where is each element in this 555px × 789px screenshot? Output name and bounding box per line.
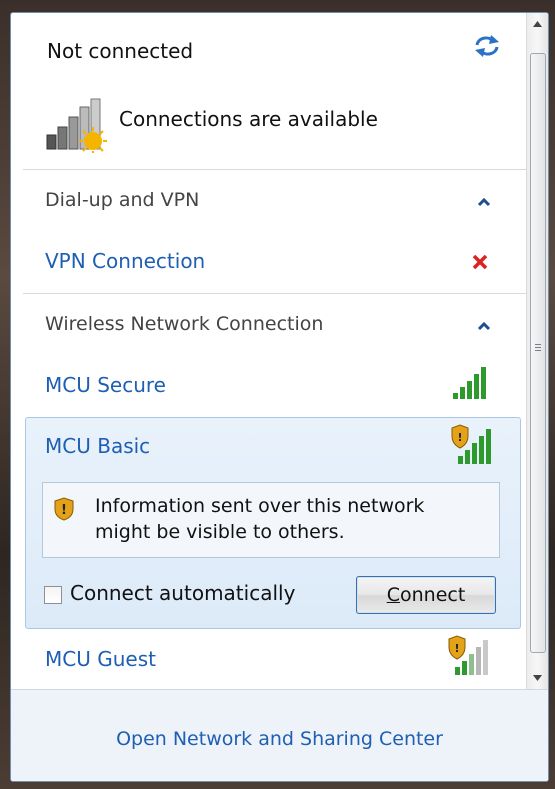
network-list: Not connected Connections are available … xyxy=(11,13,526,689)
wifi-signal-icon xyxy=(453,367,486,399)
open-network-sharing-center-link[interactable]: Open Network and Sharing Center xyxy=(11,728,548,750)
arrow-down-icon xyxy=(533,675,542,681)
refresh-icon[interactable] xyxy=(473,33,501,59)
connect-button[interactable]: Connect xyxy=(356,576,496,614)
scrollbar-thumb[interactable] xyxy=(530,53,546,653)
divider xyxy=(23,293,526,294)
svg-text:!: ! xyxy=(457,431,462,444)
network-available-icon xyxy=(46,98,107,153)
connect-automatically-checkbox[interactable] xyxy=(44,586,62,604)
scroll-up-button[interactable] xyxy=(527,13,548,35)
network-item-vpn[interactable]: VPN Connection xyxy=(45,249,205,273)
svg-text:!: ! xyxy=(61,503,67,518)
security-warning-box: ! Information sent over this network mig… xyxy=(42,482,500,558)
network-item-mcu-secure[interactable]: MCU Secure xyxy=(45,373,166,397)
chevron-up-icon[interactable] xyxy=(477,197,491,207)
group-header-dialup[interactable]: Dial-up and VPN xyxy=(45,189,199,211)
security-warning-text: Information sent over this network might… xyxy=(95,495,425,543)
connections-available-text: Connections are available xyxy=(119,107,378,131)
security-shield-icon: ! xyxy=(54,497,74,521)
red-x-icon xyxy=(472,254,488,270)
grip-icon xyxy=(535,344,541,353)
arrow-up-icon xyxy=(533,21,542,27)
chevron-up-icon[interactable] xyxy=(477,321,491,331)
vertical-scrollbar[interactable] xyxy=(526,13,548,689)
connect-automatically-label[interactable]: Connect automatically xyxy=(70,581,295,605)
secured-wifi-signal-icon: ! xyxy=(451,424,491,464)
selected-network-panel[interactable]: MCU Basic ! ! Information sent over this… xyxy=(25,417,521,629)
scroll-down-button[interactable] xyxy=(527,667,548,689)
svg-text:!: ! xyxy=(454,642,459,655)
secured-wifi-signal-icon: ! xyxy=(448,635,488,675)
network-flyout: Not connected Connections are available … xyxy=(10,12,549,782)
group-header-wireless[interactable]: Wireless Network Connection xyxy=(45,313,323,335)
network-item-mcu-guest[interactable]: MCU Guest xyxy=(45,647,156,671)
connection-status: Not connected xyxy=(47,39,194,63)
flyout-footer: Open Network and Sharing Center xyxy=(11,689,548,781)
network-item-mcu-basic[interactable]: MCU Basic xyxy=(45,434,150,458)
divider xyxy=(23,169,526,170)
